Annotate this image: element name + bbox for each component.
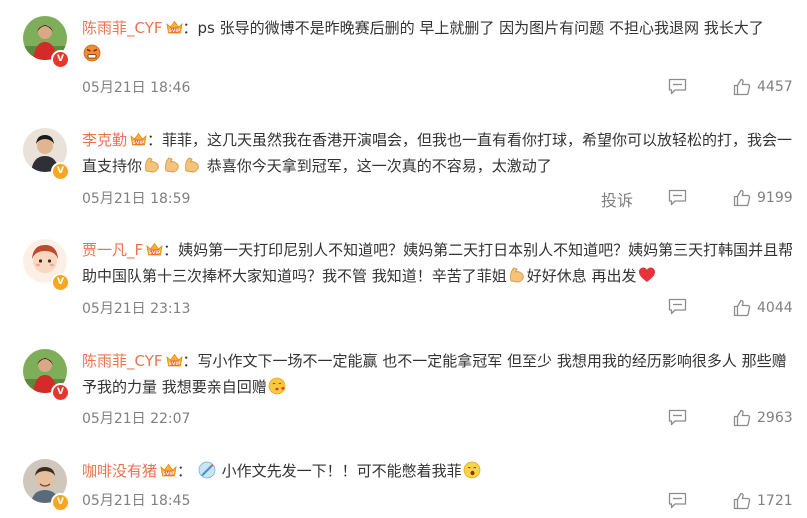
comment-content: 姨妈第一天打印尼别人不知道吧？姨妈第二天打日本别人不知道吧？姨妈第三天打韩国并且…: [82, 241, 794, 285]
yawning-emoji-icon: [463, 461, 481, 479]
like-button[interactable]: 2963: [733, 409, 793, 427]
comment-username[interactable]: 李克勤: [82, 131, 127, 149]
comment-username[interactable]: 咖啡没有猪: [82, 462, 157, 480]
writing-emoji-icon: [198, 461, 216, 479]
verified-badge-icon: V: [51, 50, 70, 69]
reply-icon[interactable]: [668, 298, 687, 315]
separator: ：: [177, 462, 193, 480]
comment-text: 咖啡没有猪 ： 小作文先发一下！！可不能憋着我菲: [82, 458, 797, 484]
reply-icon[interactable]: [668, 492, 687, 509]
svip-crown-icon: [146, 242, 163, 257]
verified-badge-icon: V: [51, 273, 70, 292]
svip-crown-icon: [160, 463, 177, 478]
separator: ：: [163, 241, 179, 259]
reply-icon[interactable]: [668, 189, 687, 206]
comment-content: 小作文先发一下！！可不能憋着我菲: [221, 462, 462, 480]
verified-badge-icon: V: [51, 383, 70, 402]
like-count: 2963: [757, 410, 793, 426]
like-button[interactable]: 4044: [733, 299, 793, 317]
flexed-biceps-emoji-icon: [143, 156, 161, 174]
separator: ：: [147, 131, 163, 149]
comment-username[interactable]: 贾一凡_F: [82, 241, 143, 259]
red-heart-emoji-icon: [638, 266, 656, 284]
thumbs-up-icon: [733, 78, 751, 96]
like-count: 1721: [757, 493, 793, 509]
thumbs-up-icon: [733, 492, 751, 510]
comment-time: 05月21日 23:13: [82, 301, 191, 317]
comment-content-continued: 恭喜你今天拿到冠军，这一次真的不容易，太激动了: [202, 157, 552, 175]
comment-time: 05月21日 18:59: [82, 191, 191, 207]
comment-content-continued: 好好休息 再出发: [526, 267, 637, 285]
like-button[interactable]: 9199: [733, 189, 793, 207]
comment-username[interactable]: 陈雨菲_CYF: [82, 19, 163, 37]
svip-crown-icon: [166, 353, 183, 368]
report-button[interactable]: 投诉: [601, 187, 633, 211]
comment-content: ps 张导的微博不是昨晚赛后删的 早上就删了 因为图片有问题 不担心我退网 我长…: [197, 19, 764, 37]
verified-badge-icon: V: [51, 162, 70, 181]
flexed-biceps-emoji-icon: [163, 156, 181, 174]
svip-crown-icon: [166, 20, 183, 35]
verified-badge-icon: V: [51, 493, 70, 512]
comment-text: 李克勤 ：菲菲，这几天虽然我在香港开演唱会，但我也一直有看你打球，希望你可以放轻松…: [82, 127, 797, 179]
flexed-biceps-emoji-icon: [508, 266, 526, 284]
reply-icon[interactable]: [668, 78, 687, 95]
reply-icon[interactable]: [668, 409, 687, 426]
comment-text: 贾一凡_F ：姨妈第一天打印尼别人不知道吧？姨妈第二天打日本别人不知道吧？姨妈第三…: [82, 237, 797, 289]
comment-time: 05月21日 18:45: [82, 493, 191, 509]
flexed-biceps-emoji-icon: [183, 156, 201, 174]
comment-username[interactable]: 陈雨菲_CYF: [82, 352, 163, 370]
separator: ：: [182, 19, 198, 37]
like-count: 4457: [757, 79, 793, 95]
like-count: 9199: [757, 190, 793, 206]
face-blowing-kiss-emoji-icon: [268, 377, 286, 395]
separator: ：: [182, 352, 198, 370]
comment-text: 陈雨菲_CYF ：ps 张导的微博不是昨晚赛后删的 早上就删了 因为图片有问题 不…: [82, 15, 797, 67]
comment-text: 陈雨菲_CYF ：写小作文下一场不一定能赢 也不一定能拿冠军 但至少 我想用我的经…: [82, 348, 797, 400]
svip-crown-icon: [130, 132, 147, 147]
like-button[interactable]: 4457: [733, 78, 793, 96]
like-button[interactable]: 1721: [733, 492, 793, 510]
comment-time: 05月21日 22:07: [82, 411, 191, 427]
angry-face-emoji-icon: [83, 44, 101, 62]
thumbs-up-icon: [733, 409, 751, 427]
thumbs-up-icon: [733, 299, 751, 317]
thumbs-up-icon: [733, 189, 751, 207]
comment-time: 05月21日 18:46: [82, 80, 191, 96]
like-count: 4044: [757, 300, 793, 316]
